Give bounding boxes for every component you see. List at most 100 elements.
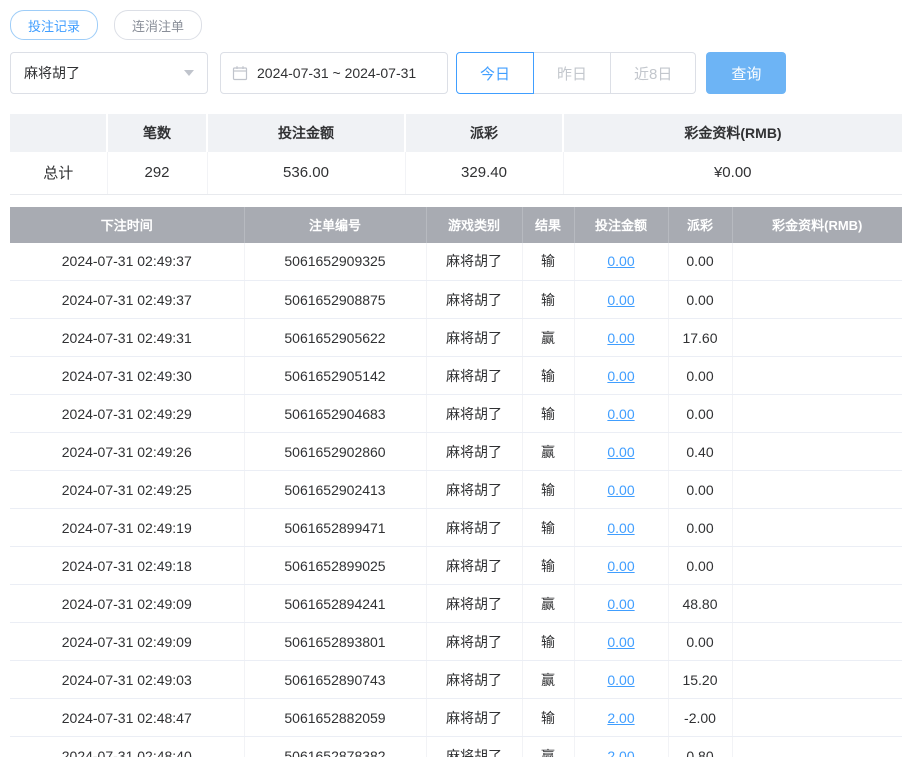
payout-cell: 0.00 xyxy=(668,508,733,547)
payout-cell: 48.80 xyxy=(668,584,733,623)
chevron-down-icon xyxy=(184,70,194,76)
jackpot-cell xyxy=(732,736,902,757)
bet-amount-link[interactable]: 0.00 xyxy=(607,482,634,498)
order-number: 5061652905142 xyxy=(244,356,427,395)
bet-amount-cell: 0.00 xyxy=(574,280,669,319)
jackpot-cell xyxy=(732,280,902,319)
bet-amount-cell: 0.00 xyxy=(574,622,669,661)
tab-cancelled-orders[interactable]: 连消注单 xyxy=(114,10,203,40)
bet-amount-link[interactable]: 0.00 xyxy=(607,253,634,269)
bet-amount-link[interactable]: 0.00 xyxy=(607,558,634,574)
column-header-game-type: 游戏类别 xyxy=(426,206,523,243)
game-select-value: 麻将胡了 xyxy=(24,65,80,81)
bet-time: 2024-07-31 02:49:37 xyxy=(10,242,245,281)
today-button[interactable]: 今日 xyxy=(456,52,535,94)
summary-header-blank xyxy=(10,114,108,152)
bet-time: 2024-07-31 02:48:40 xyxy=(10,736,245,757)
date-range-picker[interactable]: 2024-07-31 ~ 2024-07-31 xyxy=(220,52,448,94)
jackpot-cell xyxy=(732,318,902,357)
bet-time: 2024-07-31 02:48:47 xyxy=(10,698,245,737)
order-number: 5061652893801 xyxy=(244,622,427,661)
jackpot-cell xyxy=(732,508,902,547)
payout-cell: 0.00 xyxy=(668,394,733,433)
payout-cell: 0.00 xyxy=(668,470,733,509)
table-row: 2024-07-31 02:49:30 5061652905142 麻将胡了 输… xyxy=(10,356,902,395)
query-button[interactable]: 查询 xyxy=(706,52,787,94)
bet-time: 2024-07-31 02:49:37 xyxy=(10,280,245,319)
result: 赢 xyxy=(522,660,575,699)
order-number: 5061652905622 xyxy=(244,318,427,357)
result: 输 xyxy=(522,508,575,547)
table-row: 2024-07-31 02:49:37 5061652909325 麻将胡了 输… xyxy=(10,242,902,281)
bet-time: 2024-07-31 02:49:30 xyxy=(10,356,245,395)
payout-cell: 17.60 xyxy=(668,318,733,357)
payout-cell: 0.40 xyxy=(668,432,733,471)
filter-toolbar: 麻将胡了 2024-07-31 ~ 2024-07-31 今日 昨日 近8日 查… xyxy=(10,52,902,94)
summary-header-row: 笔数 投注金额 派彩 彩金资料(RMB) xyxy=(10,114,902,152)
last-8-days-button[interactable]: 近8日 xyxy=(611,52,697,94)
column-header-order-number: 注单编号 xyxy=(244,206,427,243)
payout-cell: 0.00 xyxy=(668,622,733,661)
game-type: 麻将胡了 xyxy=(426,280,523,319)
table-row: 2024-07-31 02:49:18 5061652899025 麻将胡了 输… xyxy=(10,546,902,585)
jackpot-cell xyxy=(732,546,902,585)
summary-header-payout: 派彩 xyxy=(405,114,564,152)
payout-cell: 0.00 xyxy=(668,242,733,281)
bet-amount-cell: 0.00 xyxy=(574,470,669,509)
summary-total-label: 总计 xyxy=(10,152,108,195)
bet-amount-link[interactable]: 0.00 xyxy=(607,368,634,384)
summary-header-bet-amount: 投注金额 xyxy=(207,114,406,152)
betting-records-page: 投注记录 连消注单 麻将胡了 2024-07-31 ~ 2024-07-31 今… xyxy=(0,0,912,757)
bet-amount-cell: 2.00 xyxy=(574,698,669,737)
quick-date-button-group: 今日 昨日 近8日 xyxy=(456,52,697,94)
bet-amount-link[interactable]: 2.00 xyxy=(607,748,634,757)
result: 输 xyxy=(522,394,575,433)
table-row: 2024-07-31 02:49:26 5061652902860 麻将胡了 赢… xyxy=(10,432,902,471)
bet-time: 2024-07-31 02:49:09 xyxy=(10,584,245,623)
tab-betting-records[interactable]: 投注记录 xyxy=(10,10,99,40)
result: 输 xyxy=(522,242,575,281)
summary-header-count: 笔数 xyxy=(107,114,208,152)
bet-amount-link[interactable]: 0.00 xyxy=(607,520,634,536)
game-select[interactable]: 麻将胡了 xyxy=(10,52,208,94)
order-number: 5061652909325 xyxy=(244,242,427,281)
result: 输 xyxy=(522,470,575,509)
bet-table-header-row: 下注时间 注单编号 游戏类别 结果 投注金额 派彩 彩金资料(RMB) xyxy=(10,206,902,243)
jackpot-cell xyxy=(732,698,902,737)
game-type: 麻将胡了 xyxy=(426,584,523,623)
order-number: 5061652899025 xyxy=(244,546,427,585)
jackpot-cell xyxy=(732,470,902,509)
jackpot-cell xyxy=(732,356,902,395)
table-row: 2024-07-31 02:49:29 5061652904683 麻将胡了 输… xyxy=(10,394,902,433)
column-header-bet-amount: 投注金额 xyxy=(574,206,669,243)
bet-amount-link[interactable]: 0.00 xyxy=(607,330,634,346)
bet-time: 2024-07-31 02:49:25 xyxy=(10,470,245,509)
bet-amount-cell: 0.00 xyxy=(574,242,669,281)
order-number: 5061652894241 xyxy=(244,584,427,623)
table-row: 2024-07-31 02:49:19 5061652899471 麻将胡了 输… xyxy=(10,508,902,547)
bet-amount-link[interactable]: 0.00 xyxy=(607,596,634,612)
bet-amount-link[interactable]: 0.00 xyxy=(607,292,634,308)
jackpot-cell xyxy=(732,584,902,623)
bet-amount-link[interactable]: 2.00 xyxy=(607,710,634,726)
bet-amount-link[interactable]: 0.00 xyxy=(607,672,634,688)
bet-amount-cell: 2.00 xyxy=(574,736,669,757)
order-number: 5061652890743 xyxy=(244,660,427,699)
table-row: 2024-07-31 02:49:25 5061652902413 麻将胡了 输… xyxy=(10,470,902,509)
yesterday-button[interactable]: 昨日 xyxy=(534,52,612,94)
bet-amount-link[interactable]: 0.00 xyxy=(607,444,634,460)
jackpot-cell xyxy=(732,394,902,433)
bet-table-body: 2024-07-31 02:49:37 5061652909325 麻将胡了 输… xyxy=(10,242,902,757)
order-number: 5061652899471 xyxy=(244,508,427,547)
bet-time: 2024-07-31 02:49:29 xyxy=(10,394,245,433)
result: 输 xyxy=(522,280,575,319)
bet-amount-link[interactable]: 0.00 xyxy=(607,634,634,650)
payout-cell: 0.00 xyxy=(668,280,733,319)
bet-time: 2024-07-31 02:49:19 xyxy=(10,508,245,547)
bet-time: 2024-07-31 02:49:31 xyxy=(10,318,245,357)
result: 赢 xyxy=(522,318,575,357)
game-type: 麻将胡了 xyxy=(426,622,523,661)
summary-header-jackpot: 彩金资料(RMB) xyxy=(563,114,902,152)
game-type: 麻将胡了 xyxy=(426,508,523,547)
bet-amount-link[interactable]: 0.00 xyxy=(607,406,634,422)
